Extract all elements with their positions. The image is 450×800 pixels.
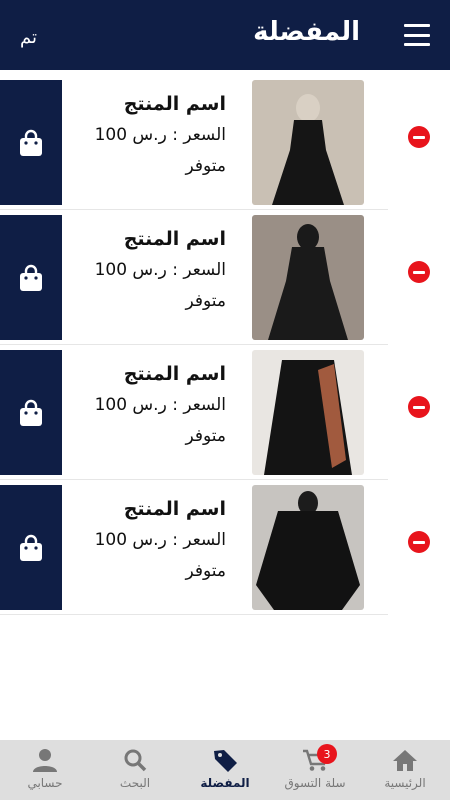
menu-icon[interactable] (404, 24, 430, 46)
add-to-cart-button[interactable] (0, 350, 62, 475)
remove-favorite-button[interactable] (408, 126, 430, 148)
search-icon (124, 749, 147, 772)
nav-account[interactable]: حسابي (0, 740, 90, 800)
nav-label: البحث (119, 776, 151, 790)
minus-icon (413, 135, 425, 139)
product-image[interactable] (252, 350, 364, 475)
done-button[interactable]: تم (20, 27, 37, 48)
product-price: السعر : ر.س 100 (94, 260, 226, 280)
nav-label: الرئيسية (384, 776, 426, 790)
minus-icon (413, 270, 425, 274)
add-to-cart-button[interactable] (0, 215, 62, 340)
product-info: اسم المنتج السعر : ر.س 100 متوفر (95, 92, 226, 178)
nav-label: حسابي (27, 776, 63, 790)
product-name: اسم المنتج (123, 363, 226, 385)
product-image[interactable] (252, 485, 364, 610)
cart-count-badge: 3 (317, 744, 337, 764)
shopping-bag-icon (20, 129, 42, 156)
tag-icon (214, 750, 237, 772)
home-icon (393, 750, 417, 771)
remove-favorite-button[interactable] (408, 261, 430, 283)
product-info: اسم المنتج السعر : ر.س 100 متوفر (95, 362, 226, 448)
product-name: اسم المنتج (123, 498, 226, 520)
list-item: اسم المنتج السعر : ر.س 100 متوفر (0, 80, 450, 210)
product-stock: متوفر (185, 426, 226, 446)
product-name: اسم المنتج (123, 93, 226, 115)
shopping-bag-icon (20, 534, 42, 561)
product-price: السعر : ر.س 100 (94, 125, 226, 145)
page-title: المفضلة (253, 17, 360, 47)
list-item: اسم المنتج السعر : ر.س 100 متوفر (0, 485, 450, 615)
product-info: اسم المنتج السعر : ر.س 100 متوفر (95, 227, 226, 313)
list-item: اسم المنتج السعر : ر.س 100 متوفر (0, 350, 450, 480)
product-info: اسم المنتج السعر : ر.س 100 متوفر (95, 497, 226, 583)
divider (0, 614, 388, 615)
list-item: اسم المنتج السعر : ر.س 100 متوفر (0, 215, 450, 345)
divider (0, 344, 388, 345)
shopping-bag-icon (20, 264, 42, 291)
shopping-bag-icon (20, 399, 42, 426)
product-name: اسم المنتج (123, 228, 226, 250)
minus-icon (413, 405, 425, 409)
add-to-cart-button[interactable] (0, 485, 62, 610)
nav-label: المفضلة (200, 776, 250, 790)
product-price: السعر : ر.س 100 (94, 395, 226, 415)
bottom-navigation: الرئيسية 3 سلة التسوق المفضلة البحث حساب… (0, 740, 450, 800)
product-image[interactable] (252, 80, 364, 205)
product-image[interactable] (252, 215, 364, 340)
product-stock: متوفر (185, 156, 226, 176)
nav-home[interactable]: الرئيسية (360, 740, 450, 800)
nav-favorites[interactable]: المفضلة (180, 740, 270, 800)
product-stock: متوفر (185, 291, 226, 311)
product-stock: متوفر (185, 561, 226, 581)
person-icon (33, 749, 57, 772)
app-header: المفضلة تم (0, 0, 450, 70)
product-price: السعر : ر.س 100 (94, 530, 226, 550)
remove-favorite-button[interactable] (408, 396, 430, 418)
divider (0, 209, 388, 210)
minus-icon (413, 540, 425, 544)
nav-label: سلة التسوق (284, 776, 346, 790)
nav-search[interactable]: البحث (90, 740, 180, 800)
remove-favorite-button[interactable] (408, 531, 430, 553)
add-to-cart-button[interactable] (0, 80, 62, 205)
favorites-list: اسم المنتج السعر : ر.س 100 متوفر اسم الم… (0, 80, 450, 620)
nav-cart[interactable]: 3 سلة التسوق (270, 740, 360, 800)
divider (0, 479, 388, 480)
